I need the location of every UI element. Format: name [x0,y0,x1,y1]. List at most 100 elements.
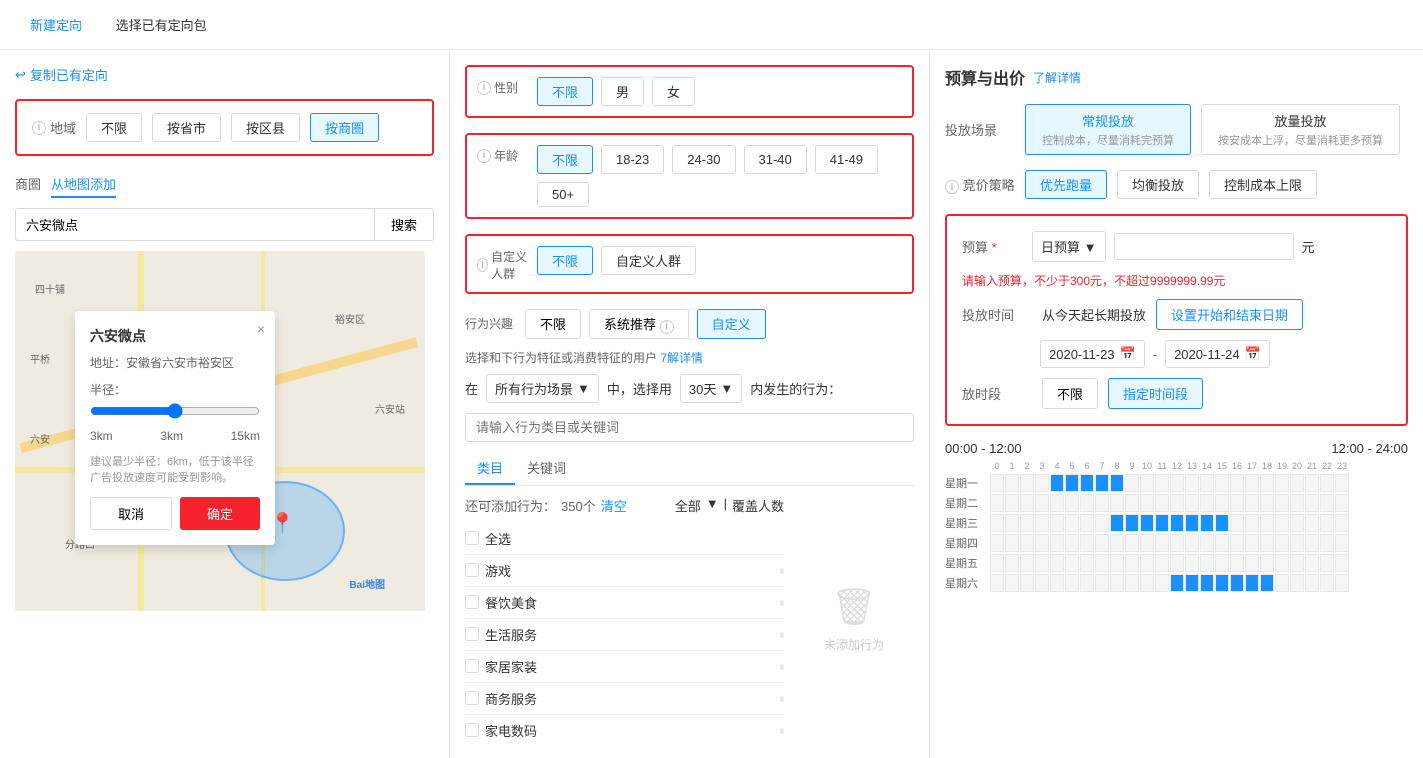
hour-cell[interactable] [1050,514,1064,532]
list-item[interactable]: 商务服务 › [465,683,784,715]
hour-cell[interactable] [1170,534,1184,552]
hour-cell[interactable] [1095,474,1109,492]
hour-cell[interactable] [1140,574,1154,592]
region-info-icon[interactable]: i [32,121,46,135]
age-btn-31[interactable]: 31-40 [744,145,807,174]
list-item[interactable]: 餐饮美食 › [465,587,784,619]
hour-cell[interactable] [1020,554,1034,572]
hour-cell[interactable] [1080,554,1094,572]
hour-cell[interactable] [1275,474,1289,492]
hour-cell[interactable] [1140,534,1154,552]
popup-cancel-button[interactable]: 取消 [90,497,172,530]
hour-cell[interactable] [1335,474,1349,492]
bid-btn-balanced[interactable]: 均衡投放 [1117,170,1199,199]
hour-cell[interactable] [1140,494,1154,512]
list-item[interactable]: 家电数码 › [465,715,784,743]
hour-cell[interactable] [1245,554,1259,572]
hour-cell[interactable] [1185,574,1199,592]
hour-cell[interactable] [1080,574,1094,592]
hour-cell[interactable] [1110,514,1124,532]
gender-btn-female[interactable]: 女 [652,77,695,106]
hour-cell[interactable] [1200,494,1214,512]
behavior-scene-select[interactable]: 所有行为场景 ▼ [486,374,599,403]
cat-checkbox[interactable] [465,691,479,705]
hour-cell[interactable] [1155,474,1169,492]
keyword-input[interactable] [465,413,914,442]
hour-cell[interactable] [1245,474,1259,492]
region-btn-unlimited[interactable]: 不限 [86,113,142,142]
age-btn-unlimited[interactable]: 不限 [537,145,593,174]
hour-cell[interactable] [1095,494,1109,512]
hour-cell[interactable] [1155,534,1169,552]
hour-cell[interactable] [1065,534,1079,552]
behavior-system-info[interactable]: i [660,320,674,334]
hour-cell[interactable] [1305,494,1319,512]
hour-cell[interactable] [1140,554,1154,572]
hour-cell[interactable] [1170,494,1184,512]
hour-cell[interactable] [1035,474,1049,492]
age-btn-24[interactable]: 24-30 [672,145,735,174]
hour-cell[interactable] [1305,474,1319,492]
delivery-scene-normal[interactable]: 常规投放 控制成本，尽量消耗完预算 [1025,104,1191,155]
start-date-input[interactable]: 2020-11-23 📅 [1040,340,1145,368]
behavior-days-select[interactable]: 30天 ▼ [680,374,742,403]
hour-cell[interactable] [1035,514,1049,532]
hour-cell[interactable] [1185,494,1199,512]
hour-cell[interactable] [1095,514,1109,532]
map-tab-add[interactable]: 从地图添加 [51,171,116,198]
map-container[interactable]: 📍 四十铺 平桥 六安 裕安区 六安站 分路口 Bai地图 六安微点 [15,251,425,611]
bid-info-icon[interactable]: i [945,180,959,194]
hour-cell[interactable] [1335,494,1349,512]
hour-cell[interactable] [1095,574,1109,592]
hour-cell[interactable] [1170,574,1184,592]
list-item[interactable]: 全选 [465,523,784,555]
hour-cell[interactable] [1215,514,1229,532]
hour-cell[interactable] [1215,534,1229,552]
hour-cell[interactable] [1140,514,1154,532]
hour-cell[interactable] [1185,554,1199,572]
behavior-tab-unlimited[interactable]: 不限 [525,309,581,339]
hour-cell[interactable] [990,554,1004,572]
hour-cell[interactable] [1200,474,1214,492]
hour-cell[interactable] [1215,474,1229,492]
hour-cell[interactable] [1155,554,1169,572]
hour-cell[interactable] [1170,554,1184,572]
hour-cell[interactable] [1290,514,1304,532]
clear-button[interactable]: 清空 [601,496,627,515]
hour-cell[interactable] [1050,554,1064,572]
hour-cell[interactable] [1320,474,1334,492]
cat-tab-keyword[interactable]: 关键词 [515,452,578,485]
hour-cell[interactable] [1230,534,1244,552]
hour-cell[interactable] [1230,574,1244,592]
delivery-scene-volume[interactable]: 放量投放 按安成本上浮，尽量消耗更多预算 [1201,104,1400,155]
hour-cell[interactable] [1275,514,1289,532]
hour-cell[interactable] [1260,574,1274,592]
hour-cell[interactable] [1020,534,1034,552]
hour-cell[interactable] [1125,514,1139,532]
hour-cell[interactable] [1155,514,1169,532]
hour-cell[interactable] [1290,554,1304,572]
bid-btn-control[interactable]: 控制成本上限 [1209,170,1317,199]
hour-cell[interactable] [1005,554,1019,572]
hour-cell[interactable] [1215,494,1229,512]
hour-cell[interactable] [990,574,1004,592]
hour-cell[interactable] [1305,534,1319,552]
hour-cell[interactable] [1020,494,1034,512]
hour-cell[interactable] [1320,554,1334,572]
hour-cell[interactable] [1260,474,1274,492]
popup-radius-slider[interactable] [90,403,260,419]
region-btn-district[interactable]: 按区县 [231,113,300,142]
gender-btn-male[interactable]: 男 [601,77,644,106]
hour-cell[interactable] [1275,534,1289,552]
hour-cell[interactable] [1290,474,1304,492]
end-date-input[interactable]: 2020-11-24 📅 [1165,340,1270,368]
hour-cell[interactable] [1260,494,1274,512]
hour-cell[interactable] [1110,554,1124,572]
hour-cell[interactable] [1020,514,1034,532]
hour-cell[interactable] [1110,474,1124,492]
hour-cell[interactable] [1320,494,1334,512]
cat-checkbox[interactable] [465,563,479,577]
hour-cell[interactable] [1155,494,1169,512]
hour-cell[interactable] [1065,554,1079,572]
hour-cell[interactable] [1110,494,1124,512]
